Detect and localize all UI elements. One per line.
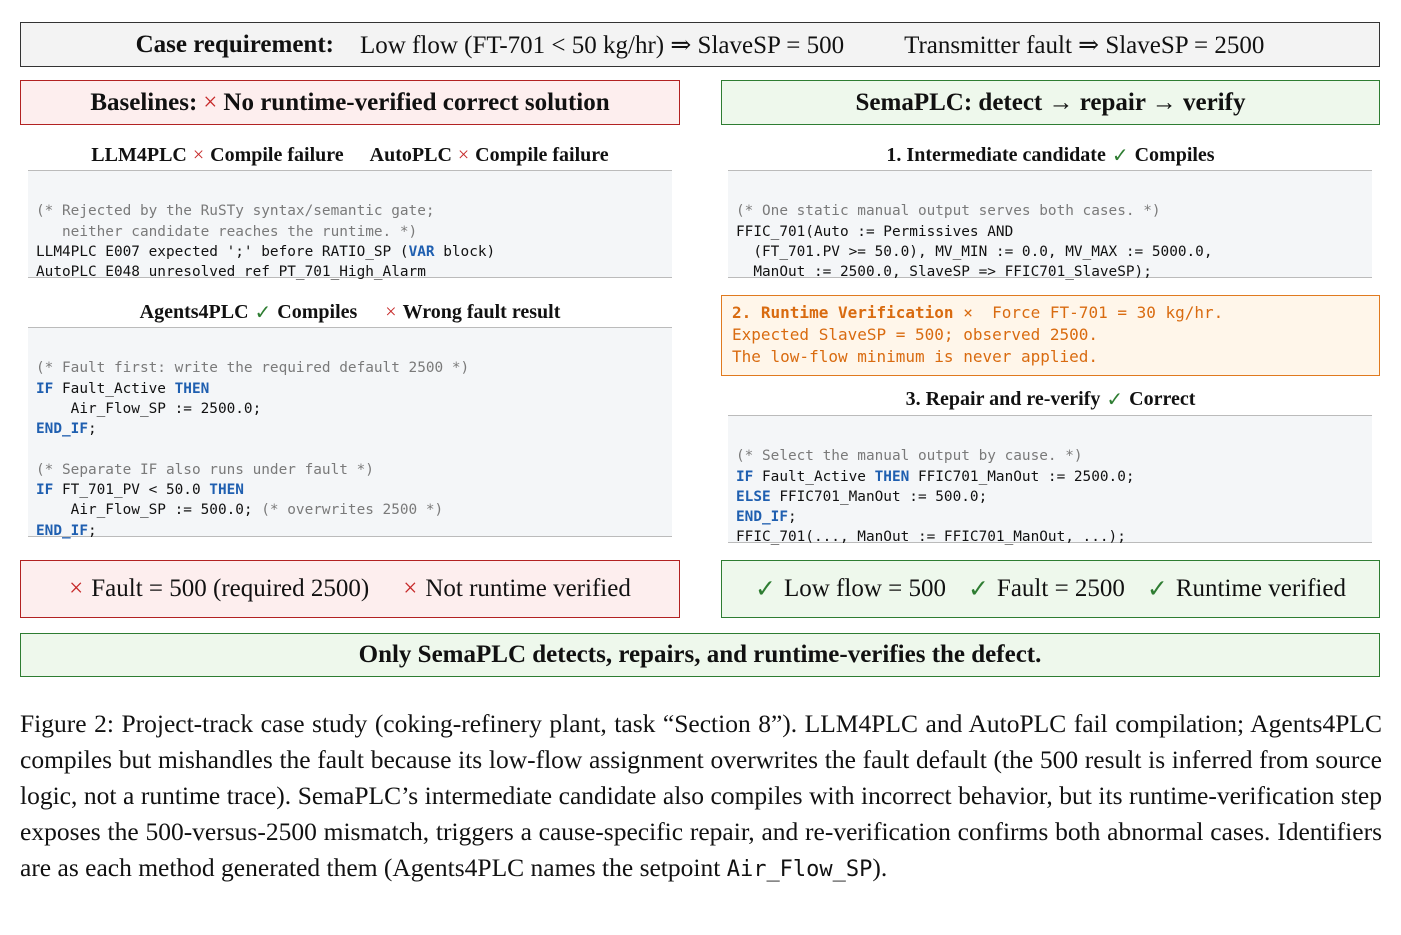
requirement-label: Case requirement: (135, 30, 334, 58)
code-keyword: THEN (874, 468, 910, 485)
baseline-result-verified: Not runtime verified (425, 575, 631, 602)
semaplc-result-box: ✓ Low flow = 500 ✓ Fault = 2500 ✓ Runtime v… (721, 560, 1380, 618)
cross-icon: × (69, 575, 84, 602)
code-comment: (* One static manual output serves both … (736, 203, 1161, 220)
code-keyword: ELSE (736, 488, 771, 505)
caption-text: Figure 2: Project-track case study (coki… (20, 709, 1382, 882)
code-keyword: END_IF (736, 509, 788, 526)
baselines-header-text: No runtime-verified correct solution (223, 88, 610, 116)
cross-icon: × (963, 303, 973, 322)
code-keyword: END_IF (36, 522, 88, 539)
step2-title: 2. Runtime Verification (732, 303, 954, 322)
agents4plc-status-wrong: Wrong fault result (402, 300, 561, 323)
code-keyword: IF (736, 468, 754, 485)
check-icon: ✓ (1111, 144, 1129, 167)
code-comment: neither candidate reaches the runtime. *… (36, 223, 418, 240)
code-comment: (* Rejected by the RuSTy syntax/semantic… (36, 203, 435, 220)
code-keyword: END_IF (36, 421, 88, 438)
code-line: Air_Flow_SP := 500.0; (36, 502, 262, 519)
cross-icon: × (192, 143, 205, 166)
cross-icon: × (385, 300, 397, 323)
check-icon: ✓ (1106, 388, 1124, 411)
step2-force: Force FT-701 = 30 kg/hr. (992, 303, 1224, 322)
code-line: ; (87, 421, 97, 438)
step1-subtitle: 1. Intermediate candidate ✓ Compiles (721, 142, 1380, 168)
baselines-result-box: × Fault = 500 (required 2500) × Not runtim… (20, 560, 680, 618)
code-line: ; (787, 509, 797, 526)
requirement-fault: Transmitter fault ⇒ SlaveSP = 2500 (904, 31, 1265, 59)
code-line: LLM4PLC E007 expected ';' before RATIO_S… (36, 243, 409, 260)
runtime-verification-box: 2. Runtime Verification × Force FT-701 =… (721, 295, 1380, 376)
llm4plc-status: Compile failure (210, 143, 344, 166)
cross-icon: × (203, 88, 218, 116)
code-keyword: THEN (209, 482, 244, 499)
caption-identifier: Air_Flow_SP (726, 857, 873, 882)
semaplc-result-lowflow: Low flow = 500 (783, 575, 946, 602)
code-keyword: VAR (408, 243, 435, 260)
cross-icon: × (403, 575, 418, 602)
code-line: FT_701_PV < 50.0 (53, 482, 210, 499)
autoplc-name: AutoPLC (369, 143, 452, 166)
agents4plc-code: (* Fault first: write the required defau… (28, 327, 672, 539)
code-keyword: IF (36, 380, 54, 397)
code-line: (FT_701.PV >= 50.0), MV_MIN := 0.0, MV_M… (736, 243, 1213, 260)
code-comment: (* overwrites 2500 *) (261, 502, 444, 519)
code-line: Fault_Active (753, 468, 875, 485)
agents4plc-status-compiles: Compiles (277, 300, 358, 323)
check-icon: ✓ (755, 576, 776, 603)
baseline-result-fault: Fault = 500 (required 2500) (91, 575, 370, 602)
semaplc-result-fault: Fault = 2500 (996, 575, 1125, 602)
requirement-low-flow: Low flow (FT-701 < 50 kg/hr) ⇒ SlaveSP =… (359, 31, 845, 59)
semaplc-result-verified: Runtime verified (1175, 575, 1346, 602)
step3-code: (* Select the manual output by cause. *)… (728, 415, 1372, 545)
agents4plc-name: Agents4PLC (139, 300, 249, 323)
step3-subtitle: 3. Repair and re-verify ✓ Correct (721, 386, 1380, 412)
compile-failure-subtitle: LLM4PLC × Compile failure AutoPLC × Comp… (20, 142, 680, 168)
cross-icon: × (457, 143, 470, 166)
llm4plc-name: LLM4PLC (91, 143, 187, 166)
step3-status: Correct (1129, 387, 1196, 410)
caption-end: ). (872, 853, 888, 882)
code-comment: (* Select the manual output by cause. *) (736, 448, 1083, 465)
code-line: AutoPLC E048 unresolved ref PT_701_High_… (36, 264, 426, 281)
baselines-header-label: Baselines: (90, 88, 198, 116)
code-keyword: IF (36, 482, 54, 499)
code-keyword: THEN (174, 380, 210, 397)
agents4plc-subtitle: Agents4PLC ✓ Compiles × Wrong fault resu… (20, 299, 680, 325)
case-requirement-bar: Case requirement: Low flow (FT-701 < 50 … (20, 22, 1380, 67)
step2-note: The low-flow minimum is never applied. (732, 347, 1099, 366)
baselines-header: Baselines: × No runtime-verified correct… (20, 80, 680, 125)
compile-failure-code: (* Rejected by the RuSTy syntax/semantic… (28, 170, 672, 280)
autoplc-status: Compile failure (475, 143, 609, 166)
code-line: FFIC_701(Auto := Permissives AND (736, 223, 1014, 240)
step1-code: (* One static manual output serves both … (728, 170, 1372, 280)
conclusion-banner: Only SemaPLC detects, repairs, and runti… (20, 633, 1380, 677)
code-line: ; (87, 522, 97, 539)
code-line: FFIC701_ManOut := 500.0; (770, 488, 988, 505)
step1-title: 1. Intermediate candidate (886, 143, 1106, 166)
check-icon: ✓ (1146, 576, 1168, 603)
code-line: Air_Flow_SP := 2500.0; (36, 400, 262, 417)
code-comment: (* Separate IF also runs under fault *) (36, 461, 374, 478)
semaplc-header-text: SemaPLC: detect → repair → verify (855, 88, 1246, 116)
code-line: Fault_Active (53, 380, 175, 397)
conclusion-text: Only SemaPLC detects, repairs, and runti… (358, 641, 1042, 668)
check-icon: ✓ (967, 576, 989, 603)
code-line: FFIC_701(..., ManOut := FFIC701_ManOut, … (736, 529, 1126, 546)
code-line: FFIC701_ManOut := 2500.0; (909, 468, 1135, 485)
semaplc-header: SemaPLC: detect → repair → verify (721, 80, 1380, 125)
step2-expected: Expected SlaveSP = 500; observed 2500. (732, 325, 1099, 344)
code-line: ManOut := 2500.0, SlaveSP => FFIC701_Sla… (736, 264, 1152, 281)
code-comment: (* Fault first: write the required defau… (36, 360, 470, 377)
step1-status: Compiles (1134, 143, 1215, 166)
figure-caption: Figure 2: Project-track case study (coki… (20, 706, 1382, 888)
step3-title: 3. Repair and re-verify (905, 387, 1101, 410)
code-line: block) (434, 243, 496, 260)
check-icon: ✓ (254, 301, 272, 324)
